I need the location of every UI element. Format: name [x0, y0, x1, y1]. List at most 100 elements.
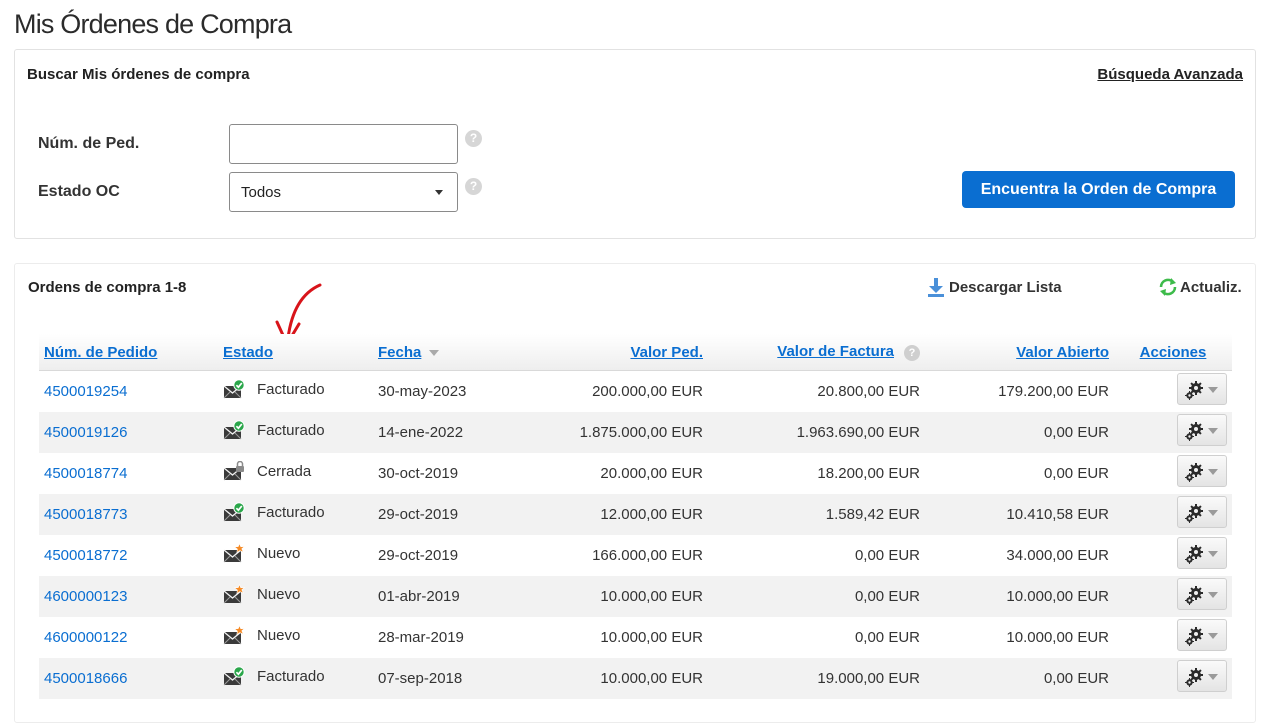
invoice-value-cell: 0,00 EUR [708, 575, 925, 617]
invoice-value-help-icon[interactable]: ? [904, 344, 920, 361]
status-label: Cerrada [257, 462, 312, 480]
column-header-order-value[interactable]: Valor Ped. [516, 334, 708, 371]
po-number-link[interactable]: 4500018774 [44, 465, 127, 482]
row-actions-button[interactable] [1177, 660, 1227, 692]
po-number-link[interactable]: 4600000123 [44, 588, 127, 605]
refresh-button[interactable]: Actualiz. [1159, 278, 1242, 296]
po-number-cell: 4500018772 [39, 535, 218, 576]
table-row: 4500018772 Nuevo 29-oct-2019 166.000,00 EUR… [39, 535, 1232, 576]
chevron-down-icon [1208, 551, 1218, 557]
open-value-cell: 0,00 EUR [925, 411, 1114, 453]
po-status-select[interactable]: Todos [229, 172, 458, 212]
po-number-link[interactable]: 4500018773 [44, 506, 127, 523]
chevron-down-icon [1208, 633, 1218, 639]
download-list-label: Descargar Lista [949, 279, 1062, 296]
status-cell: Facturado [218, 493, 373, 535]
actions-cell [1114, 493, 1232, 535]
row-actions-button[interactable] [1177, 455, 1227, 487]
refresh-icon [1159, 278, 1177, 296]
date-cell: 14-ene-2022 [373, 411, 516, 453]
po-number-link[interactable]: 4500019254 [44, 383, 127, 400]
date-cell: 28-mar-2019 [378, 628, 464, 646]
envelope-check-icon [223, 502, 246, 522]
order-value-cell: 10.000,00 EUR [516, 657, 708, 699]
download-icon [928, 278, 944, 297]
chevron-down-icon [1208, 469, 1218, 475]
status-cell: Nuevo [218, 617, 373, 658]
po-number-link[interactable]: 4500018666 [44, 670, 127, 687]
order-value-cell: 200.000,00 EUR [592, 382, 703, 400]
row-actions-button[interactable] [1177, 619, 1227, 651]
search-panel: Buscar Mis órdenes de compra Búsqueda Av… [14, 49, 1256, 239]
date-cell: 07-sep-2018 [373, 657, 516, 699]
invoice-value-cell: 18.200,00 EUR [817, 464, 920, 482]
po-number-link[interactable]: 4500018772 [44, 547, 127, 564]
envelope-new-icon [223, 543, 246, 563]
orders-table-body: 4500019254 Facturado 30-may-2023 200.000,00… [39, 371, 1232, 699]
row-actions-button[interactable] [1177, 537, 1227, 569]
column-header-invoice-value[interactable]: Valor de Factura? [708, 334, 925, 371]
date-cell: 29-oct-2019 [373, 493, 516, 535]
open-value-cell: 10.000,00 EUR [1006, 628, 1109, 646]
po-number-cell: 4500019126 [39, 411, 218, 453]
table-row: 4500019254 Facturado 30-may-2023 200.000,00… [39, 371, 1232, 412]
invoice-value-cell: 1.589,42 EUR [708, 493, 925, 535]
order-value-cell: 1.875.000,00 EUR [516, 411, 708, 453]
chevron-down-icon [435, 190, 443, 195]
invoice-value-cell: 20.800,00 EUR [817, 382, 920, 400]
envelope-check-icon [223, 379, 246, 400]
actions-cell [1114, 371, 1232, 412]
po-number-link[interactable]: 4600000122 [44, 629, 127, 646]
find-order-button[interactable]: Encuentra la Orden de Compra [962, 171, 1235, 208]
po-number-cell: 4600000123 [39, 575, 218, 617]
date-cell: 30-may-2023 [378, 382, 467, 400]
po-number-help-icon[interactable]: ? [465, 130, 482, 147]
status-label: Facturado [257, 380, 325, 398]
column-header-actions[interactable]: Acciones [1114, 334, 1232, 371]
order-value-cell: 12.000,00 EUR [516, 493, 708, 535]
date-cell: 29-oct-2019 [378, 546, 459, 564]
sort-descending-icon [429, 349, 440, 356]
table-row: 4500018666 Facturado 07-sep-2018 10.000,00 … [39, 657, 1232, 699]
open-value-cell: 10.410,58 EUR [925, 493, 1114, 535]
gear-icon [1185, 586, 1203, 605]
gear-icon [1185, 545, 1203, 564]
po-number-input[interactable] [229, 124, 458, 164]
row-actions-button[interactable] [1177, 578, 1227, 610]
envelope-check-icon [223, 666, 246, 686]
column-header-po-number[interactable]: Núm. de Pedido [39, 334, 218, 371]
po-number-cell: 4500018666 [39, 657, 218, 699]
column-header-invoice-value-label: Valor de Factura [777, 343, 894, 361]
envelope-new-icon [223, 625, 246, 645]
download-list-button[interactable]: Descargar Lista [928, 278, 1062, 297]
envelope-check-icon [223, 420, 246, 440]
actions-cell [1114, 411, 1232, 453]
column-header-date[interactable]: Fecha [373, 334, 516, 371]
invoice-value-cell: 19.000,00 EUR [708, 657, 925, 699]
status-cell: Cerrada [218, 453, 373, 494]
status-cell: Facturado [218, 657, 373, 699]
chevron-down-icon [1208, 428, 1218, 434]
actions-cell [1114, 575, 1232, 617]
date-cell: 30-oct-2019 [378, 464, 459, 482]
open-value-cell: 10.000,00 EUR [925, 575, 1114, 617]
table-row: 4500018773 Facturado 29-oct-2019 12.000,00 … [39, 493, 1232, 535]
column-header-status[interactable]: Estado [218, 334, 373, 371]
status-label: Nuevo [257, 544, 301, 562]
column-header-open-value[interactable]: Valor Abierto [925, 334, 1114, 371]
order-value-cell: 20.000,00 EUR [600, 464, 703, 482]
row-actions-button[interactable] [1177, 496, 1227, 528]
po-number-label: Núm. de Ped. [38, 135, 140, 152]
open-value-cell: 34.000,00 EUR [1006, 546, 1109, 564]
po-number-link[interactable]: 4500019126 [44, 424, 127, 441]
table-row: 4500019126 Facturado 14-ene-2022 1.875.000,… [39, 411, 1232, 453]
po-status-help-icon[interactable]: ? [465, 178, 482, 195]
orders-table: Núm. de Pedido Estado Fecha Valor Ped. V… [39, 334, 1232, 699]
chevron-down-icon [1208, 592, 1218, 598]
row-actions-button[interactable] [1177, 373, 1227, 406]
advanced-search-link[interactable]: Búsqueda Avanzada [1097, 66, 1243, 83]
table-row: 4600000123 Nuevo 01-abr-2019 10.000,00 EUR 0… [39, 575, 1232, 617]
status-cell: Facturado [218, 371, 373, 412]
status-label: Facturado [257, 421, 325, 439]
row-actions-button[interactable] [1177, 414, 1227, 446]
